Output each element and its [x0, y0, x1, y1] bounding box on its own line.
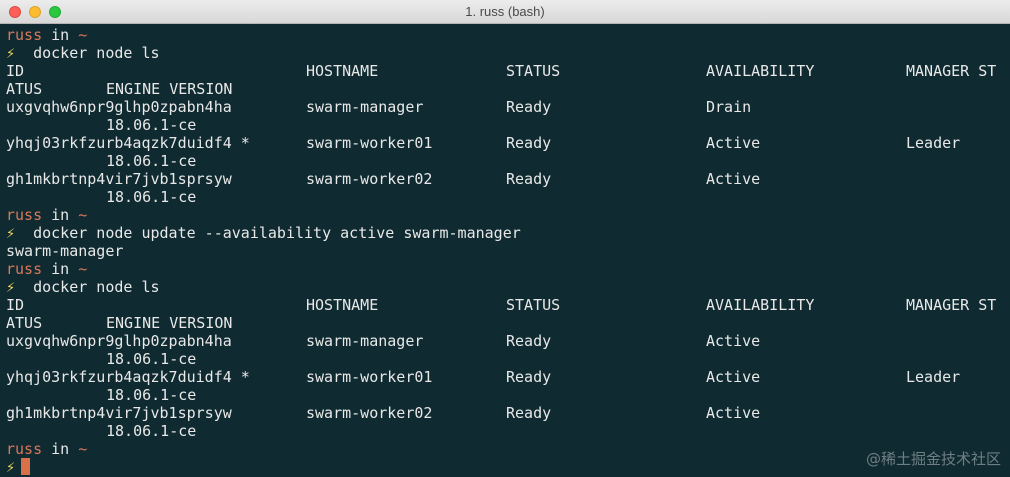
row-manager-status: Leader — [906, 134, 961, 152]
command-output: swarm-manager — [6, 242, 124, 260]
row-engine-version: 18.06.1-ce — [106, 350, 197, 368]
prompt-user: russ — [6, 260, 43, 278]
row-status: Ready — [506, 170, 552, 188]
prompt-in: in — [51, 26, 70, 44]
row-id: yhqj03rkfzurb4aqzk7duidf4 * — [6, 368, 250, 386]
prompt-in: in — [51, 206, 70, 224]
prompt-dir: ~ — [78, 260, 88, 278]
prompt-dir: ~ — [78, 26, 88, 44]
command-line: ⚡ docker node update --availability acti… — [6, 224, 1010, 242]
header-status: STATUS — [506, 62, 561, 80]
row-engine-version: 18.06.1-ce — [106, 188, 197, 206]
table-row-wrap: 18.06.1-ce — [6, 116, 1010, 134]
prompt-dir: ~ — [78, 440, 88, 458]
command-line: ⚡ docker node ls — [6, 278, 1010, 296]
prompt-line: russ in ~ — [6, 26, 1010, 44]
table-header: ID HOSTNAME STATUS AVAILABILITY MANAGER ST — [6, 62, 1010, 80]
header-manager-status-wrap: ATUS — [6, 80, 43, 98]
table-row-wrap: 18.06.1-ce — [6, 350, 1010, 368]
header-manager-status: MANAGER ST — [906, 296, 997, 314]
header-hostname: HOSTNAME — [306, 296, 379, 314]
row-hostname: swarm-manager — [306, 332, 424, 350]
row-status: Ready — [506, 98, 552, 116]
row-manager-status: Leader — [906, 368, 961, 386]
command-text: docker node update --availability active… — [33, 224, 521, 242]
prompt-line: russ in ~ — [6, 260, 1010, 278]
prompt-user: russ — [6, 440, 43, 458]
row-availability: Drain — [706, 98, 752, 116]
header-id: ID — [6, 296, 25, 314]
row-status: Ready — [506, 332, 552, 350]
table-header-wrap: ATUS ENGINE VERSION — [6, 80, 1010, 98]
active-command-line[interactable]: ⚡ — [6, 458, 1010, 476]
row-availability: Active — [706, 332, 761, 350]
prompt-user: russ — [6, 26, 43, 44]
prompt-in: in — [51, 260, 70, 278]
row-id: uxgvqhw6npr9glhp0zpabn4ha — [6, 332, 232, 350]
row-status: Ready — [506, 404, 552, 422]
header-manager-status: MANAGER ST — [906, 62, 997, 80]
table-row: gh1mkbrtnp4vir7jvb1sprsyw swarm-worker02 R… — [6, 170, 1010, 188]
row-availability: Active — [706, 368, 761, 386]
prompt-user: russ — [6, 206, 43, 224]
header-hostname: HOSTNAME — [306, 62, 379, 80]
row-hostname: swarm-manager — [306, 98, 424, 116]
text-cursor — [21, 458, 31, 475]
title-bar[interactable]: 1. russ (bash) — [0, 0, 1010, 24]
window-title: 1. russ (bash) — [465, 4, 545, 19]
header-manager-status-wrap: ATUS — [6, 314, 43, 332]
command-line: ⚡ docker node ls — [6, 44, 1010, 62]
table-header: ID HOSTNAME STATUS AVAILABILITY MANAGER ST — [6, 296, 1010, 314]
header-availability: AVAILABILITY — [706, 296, 815, 314]
prompt-line: russ in ~ — [6, 440, 1010, 458]
table-row: yhqj03rkfzurb4aqzk7duidf4 * swarm-worker0… — [6, 134, 1010, 152]
header-engine-version: ENGINE VERSION — [106, 80, 233, 98]
header-status: STATUS — [506, 296, 561, 314]
header-id: ID — [6, 62, 25, 80]
table-row-wrap: 18.06.1-ce — [6, 386, 1010, 404]
command-text: docker node ls — [33, 278, 160, 296]
row-engine-version: 18.06.1-ce — [106, 152, 197, 170]
terminal-output[interactable]: russ in ~ ⚡ docker node ls ID HOSTNAME STA… — [6, 26, 1010, 477]
row-engine-version: 18.06.1-ce — [106, 386, 197, 404]
table-row: yhqj03rkfzurb4aqzk7duidf4 * swarm-worker0… — [6, 368, 1010, 386]
row-status: Ready — [506, 134, 552, 152]
table-row-wrap: 18.06.1-ce — [6, 152, 1010, 170]
table-row: gh1mkbrtnp4vir7jvb1sprsyw swarm-worker02 R… — [6, 404, 1010, 422]
prompt-in: in — [51, 440, 70, 458]
row-id: gh1mkbrtnp4vir7jvb1sprsyw — [6, 170, 232, 188]
table-row: uxgvqhw6npr9glhp0zpabn4ha swarm-manager Re… — [6, 98, 1010, 116]
row-hostname: swarm-worker02 — [306, 170, 433, 188]
row-engine-version: 18.06.1-ce — [106, 422, 197, 440]
command-text: docker node ls — [33, 44, 160, 62]
row-hostname: swarm-worker01 — [306, 368, 433, 386]
prompt-bolt-icon: ⚡ — [6, 458, 16, 476]
table-row-wrap: 18.06.1-ce — [6, 188, 1010, 206]
header-availability: AVAILABILITY — [706, 62, 815, 80]
prompt-bolt-icon: ⚡ — [6, 224, 16, 242]
row-engine-version: 18.06.1-ce — [106, 116, 197, 134]
row-availability: Active — [706, 404, 761, 422]
prompt-bolt-icon: ⚡ — [6, 278, 16, 296]
row-hostname: swarm-worker02 — [306, 404, 433, 422]
watermark: @稀土掘金技术社区 — [865, 450, 1001, 468]
header-engine-version: ENGINE VERSION — [106, 314, 233, 332]
row-id: gh1mkbrtnp4vir7jvb1sprsyw — [6, 404, 232, 422]
table-row: uxgvqhw6npr9glhp0zpabn4ha swarm-manager Re… — [6, 332, 1010, 350]
terminal-window: 1. russ (bash) russ in ~ ⚡ docker node l… — [0, 0, 1010, 477]
prompt-line: russ in ~ — [6, 206, 1010, 224]
table-header-wrap: ATUS ENGINE VERSION — [6, 314, 1010, 332]
table-row-wrap: 18.06.1-ce — [6, 422, 1010, 440]
row-hostname: swarm-worker01 — [306, 134, 433, 152]
row-status: Ready — [506, 368, 552, 386]
prompt-dir: ~ — [78, 206, 88, 224]
row-availability: Active — [706, 170, 761, 188]
prompt-bolt-icon: ⚡ — [6, 44, 16, 62]
row-id: uxgvqhw6npr9glhp0zpabn4ha — [6, 98, 232, 116]
row-id: yhqj03rkfzurb4aqzk7duidf4 * — [6, 134, 250, 152]
row-availability: Active — [706, 134, 761, 152]
